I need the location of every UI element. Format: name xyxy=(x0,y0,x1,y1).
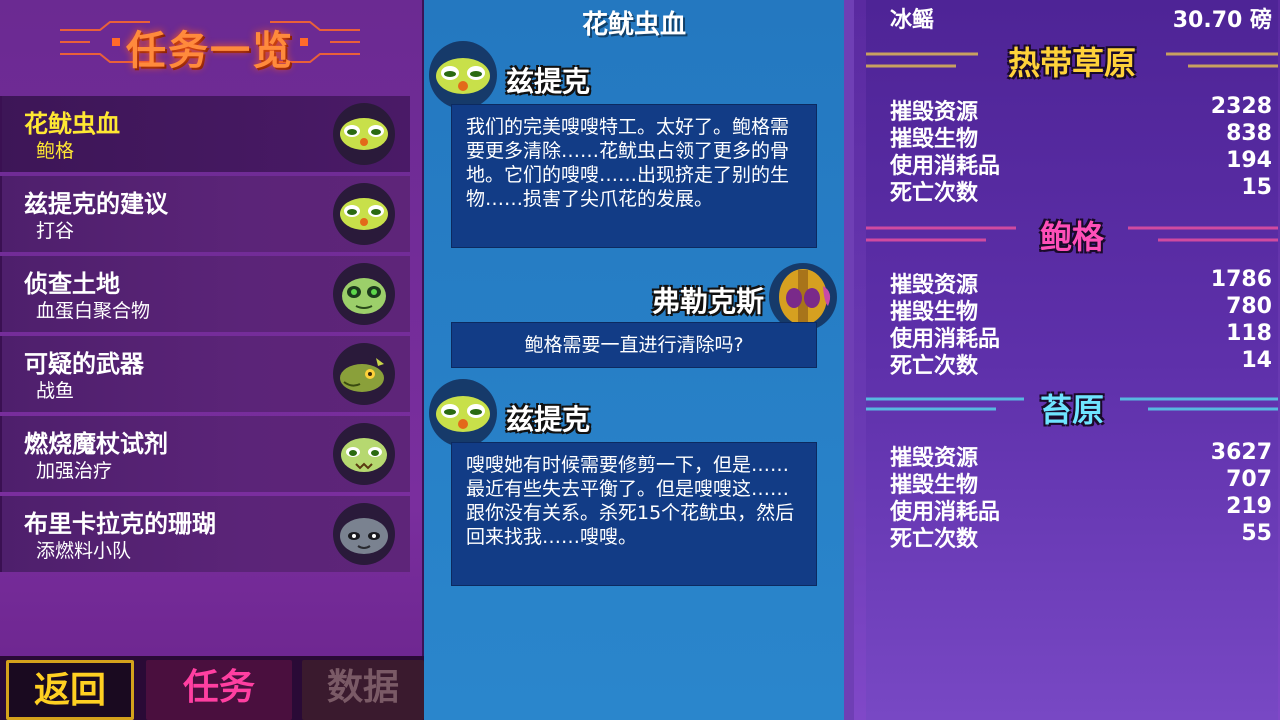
quest-panel: 任务一览 花鱿虫血 鲍格 兹提克的建议 打谷 侦查土地 血蛋白聚合物 可疑的武器… xyxy=(0,0,424,720)
stat-row: 使用消耗品 219 xyxy=(890,494,1280,525)
stat-row-top: 冰鳐 30.70 磅 xyxy=(890,2,1280,33)
dialog-title: 花鱿虫血 xyxy=(581,10,686,40)
stat-row: 摧毁生物 780 xyxy=(890,294,1280,325)
quest-subtitle: 鲍格 xyxy=(36,140,75,162)
speaker-name: 兹提克 xyxy=(506,65,591,98)
quest-item-4[interactable]: 燃烧魔杖试剂 加强治疗 xyxy=(0,416,410,492)
quest-panel-header: 任务一览 xyxy=(60,8,360,78)
back-button[interactable]: 返回 xyxy=(6,660,134,720)
stat-label: 死亡次数 xyxy=(890,527,979,552)
stat-row: 死亡次数 55 xyxy=(890,521,1280,552)
stat-value: 838 xyxy=(1226,121,1272,146)
stat-row: 使用消耗品 194 xyxy=(890,148,1280,179)
quest-item-1[interactable]: 兹提克的建议 打谷 xyxy=(0,176,410,252)
stat-value: 2328 xyxy=(1210,94,1272,119)
quest-subtitle: 添燃料小队 xyxy=(36,540,132,562)
stat-label: 冰鳐 xyxy=(890,8,935,33)
region-title: 苔原 xyxy=(1039,391,1104,429)
stat-row: 摧毁生物 707 xyxy=(890,467,1280,498)
quest-panel-title: 任务一览 xyxy=(126,28,294,74)
dialog-bubble: 鲍格需要一直进行清除吗? xyxy=(451,322,817,368)
stat-label: 死亡次数 xyxy=(890,354,979,379)
region-title: 鲍格 xyxy=(1039,218,1104,256)
quest-item-5[interactable]: 布里卡拉克的珊瑚 添燃料小队 xyxy=(0,496,410,572)
speaker-row: 兹提克 xyxy=(428,40,728,110)
quest-item-2[interactable]: 侦查土地 血蛋白聚合物 xyxy=(0,256,410,332)
quest-subtitle: 血蛋白聚合物 xyxy=(36,300,151,322)
stat-row: 使用消耗品 118 xyxy=(890,321,1280,352)
region-header: 鲍格 xyxy=(866,212,1278,256)
stat-value: 55 xyxy=(1241,521,1272,546)
quest-title: 兹提克的建议 xyxy=(24,190,168,218)
quest-title: 花鱿虫血 xyxy=(24,110,120,138)
zitik-avatar-icon xyxy=(429,379,497,447)
quest-subtitle: 加强治疗 xyxy=(36,460,113,482)
grey-creature-icon xyxy=(333,503,395,565)
stat-value: 14 xyxy=(1241,348,1272,373)
stat-label: 死亡次数 xyxy=(890,181,979,206)
zitik-face-icon xyxy=(333,103,395,165)
speaker-name: 弗勒克斯 xyxy=(651,285,764,318)
stat-row: 摧毁生物 838 xyxy=(890,121,1280,152)
quest-title: 侦查土地 xyxy=(24,270,120,298)
stat-value: 1786 xyxy=(1210,267,1272,292)
region-header: 热带草原 xyxy=(866,38,1278,82)
region-header: 苔原 xyxy=(866,385,1278,429)
stat-row: 摧毁资源 2328 xyxy=(890,94,1280,125)
tab-quests[interactable]: 任务 xyxy=(146,660,292,720)
zitik-avatar-icon xyxy=(429,41,497,109)
quest-subtitle: 战鱼 xyxy=(36,380,75,402)
speaker-name: 兹提克 xyxy=(506,403,591,436)
stat-row: 死亡次数 14 xyxy=(890,348,1280,379)
dialog-bubble: 我们的完美嗖嗖特工。太好了。鲍格需要更多清除……花鱿虫占领了更多的骨地。它们的嗖… xyxy=(451,104,817,248)
dialog-bubble: 嗖嗖她有时候需要修剪一下，但是……最近有些失去平衡了。但是嗖嗖这……跟你没有关系… xyxy=(451,442,817,586)
stat-value: 194 xyxy=(1226,148,1272,173)
stat-value: 3627 xyxy=(1210,440,1272,465)
quest-item-3[interactable]: 可疑的武器 战鱼 xyxy=(0,336,410,412)
stat-value: 30.70 磅 xyxy=(1172,8,1272,33)
quest-list: 花鱿虫血 鲍格 兹提克的建议 打谷 侦查土地 血蛋白聚合物 可疑的武器 战鱼 燃… xyxy=(0,96,410,576)
dialog-panel: 花鱿虫血 兹提克 我们的完美嗖嗖特工。太好了。鲍格需要更多清除……花鱿虫占领了更… xyxy=(424,0,844,720)
quest-title: 燃烧魔杖试剂 xyxy=(24,430,168,458)
quest-subtitle: 打谷 xyxy=(36,220,75,242)
quest-title: 可疑的武器 xyxy=(24,350,144,378)
stats-content: 冰鳐 30.70 磅 热带草原 摧毁资源 2328 摧毁生物 838 使用消耗品 19… xyxy=(866,0,1278,720)
war-fish-icon xyxy=(333,343,395,405)
stat-row: 摧毁资源 3627 xyxy=(890,440,1280,471)
quest-title: 布里卡拉克的珊瑚 xyxy=(24,510,216,538)
stat-row: 死亡次数 15 xyxy=(890,175,1280,206)
stat-value: 780 xyxy=(1226,294,1272,319)
region-title: 热带草原 xyxy=(1007,44,1136,82)
zitik-face-icon xyxy=(333,183,395,245)
stat-value: 219 xyxy=(1226,494,1272,519)
stat-value: 118 xyxy=(1226,321,1272,346)
bottom-tab-bar: 返回 任务 数据 xyxy=(0,656,424,720)
stat-value: 707 xyxy=(1226,467,1272,492)
green-alien-icon xyxy=(333,263,395,325)
stat-row: 摧毁资源 1786 xyxy=(890,267,1280,298)
speaker-row: 兹提克 xyxy=(428,378,728,448)
quest-item-0[interactable]: 花鱿虫血 鲍格 xyxy=(0,96,410,172)
stats-panel: 冰鳐 30.70 磅 热带草原 摧毁资源 2328 摧毁生物 838 使用消耗品 19… xyxy=(844,0,1280,720)
tab-data[interactable]: 数据 xyxy=(302,660,424,720)
zitik-face-icon xyxy=(333,423,395,485)
stat-value: 15 xyxy=(1241,175,1272,200)
